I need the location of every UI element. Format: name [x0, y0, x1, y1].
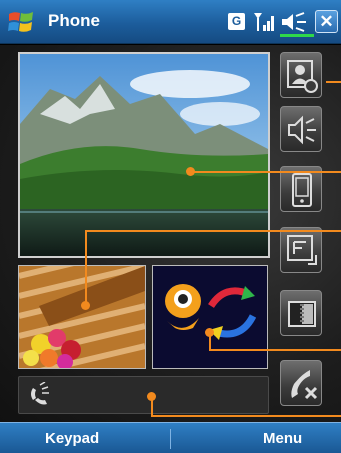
speakerphone-icon	[288, 115, 316, 145]
device-icon	[292, 173, 312, 207]
callout-line	[209, 349, 341, 351]
callout-line	[151, 395, 153, 416]
network-type-indicator: G	[228, 13, 245, 30]
callout-line	[151, 415, 341, 417]
contact-photo-icon	[287, 60, 318, 93]
battery-level-bar	[280, 34, 314, 37]
callout-line	[85, 230, 87, 305]
callout-line	[190, 171, 341, 173]
image-toggle-icon	[288, 301, 316, 327]
app-title: Phone	[48, 11, 100, 30]
contact-photo-button[interactable]	[280, 52, 322, 98]
remote-video-feed[interactable]	[18, 52, 270, 258]
callout-line	[326, 81, 341, 83]
softkey-bar: Keypad Menu	[0, 422, 341, 453]
close-icon: ✕	[319, 12, 334, 31]
display-options-button[interactable]	[280, 227, 322, 273]
windows-flag-icon[interactable]	[6, 8, 36, 36]
contact-picture-inset[interactable]	[152, 265, 268, 369]
end-call-icon	[291, 370, 318, 400]
close-button[interactable]: ✕	[315, 10, 338, 33]
volume-icon[interactable]	[280, 11, 308, 33]
image-toggle-button[interactable]	[280, 290, 322, 336]
softkey-divider	[170, 429, 171, 449]
callout-line	[86, 230, 341, 232]
callout-dot	[81, 301, 90, 310]
own-video-inset[interactable]	[18, 265, 146, 369]
title-bar: Phone G ✕	[0, 0, 341, 44]
callout-line	[209, 331, 211, 350]
phone-call-status-icon	[31, 382, 49, 405]
signal-strength-icon[interactable]	[252, 11, 276, 33]
call-status-bar	[18, 376, 269, 414]
end-call-button[interactable]	[280, 360, 322, 406]
display-options-icon	[287, 235, 317, 265]
video-call-area	[0, 45, 341, 422]
keypad-softkey[interactable]: Keypad	[45, 430, 99, 447]
menu-softkey[interactable]: Menu	[263, 430, 302, 447]
speakerphone-button[interactable]	[280, 106, 322, 152]
